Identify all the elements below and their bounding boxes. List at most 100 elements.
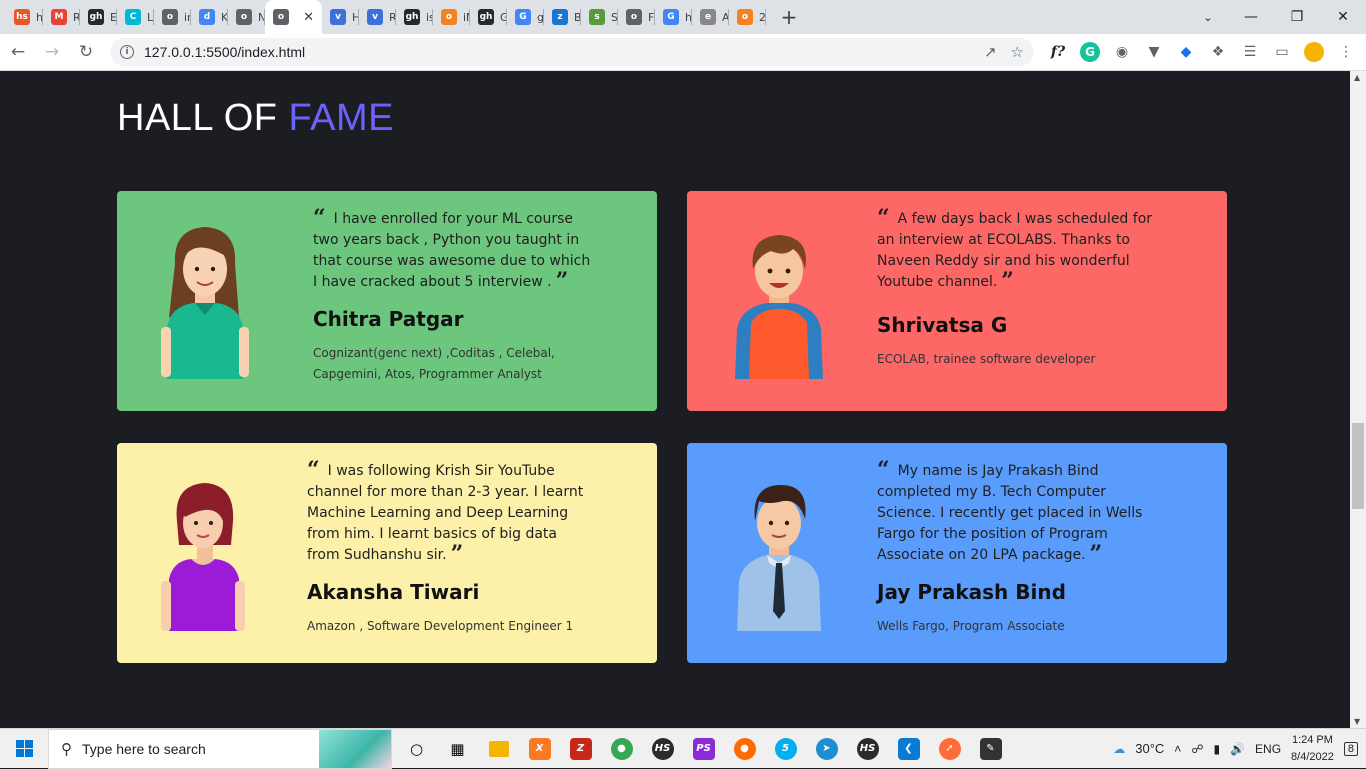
browser-tab[interactable]: v Ha [322,0,359,34]
browser-tab[interactable]: z Ba [544,0,581,34]
filezilla-icon[interactable]: Z [560,729,601,769]
network-icon[interactable]: ☍ [1191,742,1203,756]
back-button[interactable]: ← [2,36,34,68]
browser-tab[interactable]: e Ad [692,0,729,34]
language-indicator[interactable]: ENG [1255,742,1281,756]
browser-tab[interactable]: o Ne [228,0,265,34]
tab-favicon-icon: o [441,9,457,25]
testimonial-card: “I have enrolled for your ML course two … [117,191,657,411]
bookmark-star-icon[interactable]: ☆ [1011,43,1024,61]
testimonial-card: “My name is Jay Prakash Bind completed m… [687,443,1227,663]
share-icon[interactable]: ↗ [984,43,997,61]
vpn-extension-icon[interactable]: ▼ [1144,42,1164,62]
open-quote-icon: “ [313,205,326,231]
telegram-icon[interactable]: ➤ [806,729,847,769]
tab-favicon-icon: o [236,9,252,25]
snipping-tool-icon[interactable]: ✎ [970,729,1011,769]
search-icon: ⚲ [61,740,72,758]
start-button[interactable] [0,729,48,769]
testimonial-name: Chitra Patgar [313,307,464,331]
diamond-extension-icon[interactable]: ◆ [1176,42,1196,62]
testimonial-quote: “I have enrolled for your ML course two … [313,207,593,293]
side-panel-icon[interactable]: ▭ [1272,42,1292,62]
weather-icon[interactable]: ☁ [1113,742,1125,756]
page-title: HALL OF FAME [117,97,394,140]
postman-icon[interactable]: ➚ [929,729,970,769]
weather-text[interactable]: 30°C [1135,741,1164,756]
hackerrank-icon-2[interactable]: HS [847,729,888,769]
puzzle-extensions-icon[interactable]: ❖ [1208,42,1228,62]
taskbar-search-box[interactable]: ⚲ Type here to search [48,728,392,769]
tab-favicon-icon: v [330,9,346,25]
browser-tab[interactable]: v Re [359,0,396,34]
browser-tab[interactable]: Ggit [507,0,544,34]
browser-tab[interactable]: C Lo [117,0,154,34]
scroll-up-arrow-icon[interactable]: ▲ [1354,73,1360,82]
menu-kebab-icon[interactable]: ⋮ [1336,42,1356,62]
tab-label: ish [426,10,433,24]
file-explorer-icon[interactable] [478,729,519,769]
close-tab-icon[interactable]: ✕ [303,10,314,25]
search-placeholder[interactable]: Type here to search [82,741,206,757]
tab-label: Ba [574,10,581,24]
show-hidden-icons-icon[interactable]: ˄ [1174,742,1181,756]
vscode-icon[interactable]: ❮ [888,729,929,769]
browser-tab[interactable]: d KT [191,0,228,34]
profile-avatar[interactable] [1304,42,1324,62]
browser-tab[interactable]: gh Gk [470,0,507,34]
browser-tab[interactable]: o 24 [729,0,766,34]
browser-tab-active[interactable]: o ✕ [265,0,322,34]
testimonial-card: “A few days back I was scheduled for an … [687,191,1227,411]
tab-label: Ha [352,10,359,24]
quote-text: A few days back I was scheduled for an i… [877,211,1153,290]
new-tab-button[interactable]: + [774,0,804,34]
testimonial-card: “I was following Krish Sir YouTube chann… [117,443,657,663]
browser-tab[interactable]: hshtt [6,0,43,34]
address-bar[interactable]: i 127.0.0.1:5500/index.html ↗ ☆ [110,38,1034,66]
reload-button[interactable]: ↻ [70,36,102,68]
browser-tab[interactable]: s Sh [581,0,618,34]
close-window-button[interactable]: ✕ [1320,0,1366,34]
url-text[interactable]: 127.0.0.1:5500/index.html [144,44,305,60]
scroll-down-arrow-icon[interactable]: ▼ [1354,717,1360,726]
clock[interactable]: 1:24 PM 8/4/2022 [1291,732,1334,766]
browser-tab[interactable]: M Re [43,0,80,34]
browser-tab[interactable]: ghish [396,0,433,34]
forward-button[interactable]: → [36,36,68,68]
volume-icon[interactable]: 🔊 [1230,742,1245,756]
app-icon[interactable]: ● [724,729,765,769]
browser-tab[interactable]: Gho [655,0,692,34]
browser-tab[interactable]: gh Eve [80,0,117,34]
maximize-button[interactable]: ❐ [1274,0,1320,34]
open-quote-icon: “ [307,457,320,483]
phpstorm-icon[interactable]: PS [683,729,724,769]
windows-taskbar: ⚲ Type here to search ○ ▦ X Z ● HS PS ● … [0,728,1366,769]
notification-center-icon[interactable]: 8 [1343,741,1358,756]
browser-tab[interactable]: oine [154,0,191,34]
cortana-icon[interactable]: ○ [396,729,437,769]
page-scrollbar[interactable]: ▲ ▼ [1350,71,1366,728]
browser-tab[interactable]: o Fu [618,0,655,34]
extension-icon[interactable]: ◉ [1112,42,1132,62]
skype-icon[interactable]: 5 [765,729,806,769]
tab-label: Re [73,10,80,24]
site-info-icon[interactable]: i [120,45,134,59]
scrollbar-thumb[interactable] [1352,423,1364,509]
formula-extension-icon[interactable]: f? [1048,42,1068,62]
testimonial-role: ECOLAB, trainee software developer [877,352,1096,366]
clock-time: 1:24 PM [1291,733,1333,746]
media-control-icon[interactable]: ☰ [1240,42,1260,62]
tab-search-icon[interactable]: ⌄ [1188,0,1228,34]
window-controls: ⌄ — ❐ ✕ [1188,0,1366,34]
tab-label: Fu [648,10,655,24]
battery-icon[interactable]: ▮ [1213,742,1220,756]
xampp-icon[interactable]: X [519,729,560,769]
hackerrank-icon[interactable]: HS [642,729,683,769]
browser-tab[interactable]: oiN [433,0,470,34]
minimize-button[interactable]: — [1228,0,1274,34]
grammarly-extension-icon[interactable]: G [1080,42,1100,62]
testimonial-quote: “A few days back I was scheduled for an … [877,207,1157,293]
testimonial-role: Cognizant(genc next) ,Coditas , Celebal,… [313,346,555,381]
task-view-icon[interactable]: ▦ [437,729,478,769]
chrome-icon[interactable]: ● [601,729,642,769]
